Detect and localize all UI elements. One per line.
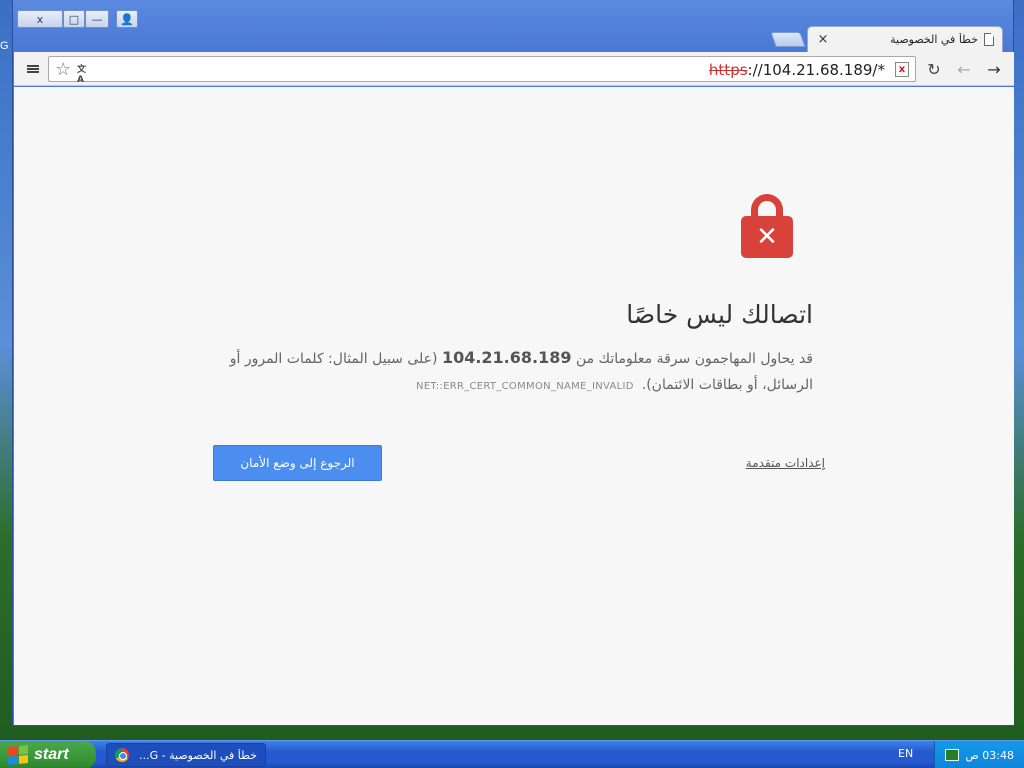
url-text[interactable]: https://104.21.68.189/* [709, 61, 885, 79]
window-maximize-button[interactable]: □ [63, 10, 85, 28]
chrome-icon [115, 748, 129, 762]
browser-window: x □ — 👤 خطأ في الخصوصية × ☆ 文A https://1… [12, 0, 1014, 726]
back-to-safety-button[interactable]: الرجوع إلى وضع الأمان [213, 445, 382, 481]
taskbar-chrome-window[interactable]: خطأ في الخصوصية - G... [106, 743, 266, 767]
advanced-settings-link[interactable]: إعدادات متقدمة [746, 456, 825, 470]
window-minimize-button[interactable]: — [85, 10, 109, 28]
start-button[interactable]: start [0, 741, 96, 768]
new-tab-button[interactable] [770, 32, 806, 47]
browser-toolbar: ☆ 文A https://104.21.68.189/* x ↻ ← → [14, 52, 1014, 86]
start-label: start [34, 746, 69, 763]
certificate-error-icon[interactable]: x [895, 62, 909, 77]
reload-icon[interactable]: ↻ [924, 59, 944, 79]
page-title: اتصالك ليس خاصًا [626, 300, 813, 329]
windows-logo-icon [8, 744, 28, 766]
window-close-button[interactable]: x [17, 10, 63, 28]
bookmark-star-icon[interactable]: ☆ [55, 59, 71, 80]
address-bar[interactable]: ☆ 文A https://104.21.68.189/* x [48, 56, 916, 85]
warning-description: قد يحاول المهاجمون سرقة معلوماتك من 104.… [213, 345, 813, 400]
document-icon [984, 33, 994, 46]
error-code: NET::ERR_CERT_COMMON_NAME_INVALID [416, 381, 634, 392]
tab-privacy-error[interactable]: خطأ في الخصوصية × [807, 26, 1003, 52]
translate-icon[interactable]: 文A [77, 62, 92, 85]
language-indicator[interactable]: EN [898, 747, 913, 760]
tab-title: خطأ في الخصوصية [890, 33, 978, 46]
profile-button[interactable]: 👤 [116, 10, 138, 28]
menu-icon[interactable] [23, 59, 43, 79]
taskbar: start خطأ في الخصوصية - G... EN 03:48 ص [0, 740, 1024, 768]
forward-arrow-icon[interactable]: → [984, 59, 1004, 79]
url-scheme: https [708, 61, 748, 79]
page-viewport: ✕ اتصالك ليس خاصًا قد يحاول المهاجمون سر… [14, 87, 1014, 725]
clock[interactable]: 03:48 ص [966, 749, 1015, 762]
system-tray: 03:48 ص [934, 741, 1024, 768]
url-host-path: ://104.21.68.189/* [747, 61, 885, 79]
back-arrow-icon[interactable]: ← [954, 59, 974, 79]
network-icon[interactable] [945, 749, 959, 761]
title-bar: x □ — 👤 خطأ في الخصوصية × [13, 0, 1013, 52]
tab-close-icon[interactable]: × [816, 32, 830, 47]
description-part-1: قد يحاول المهاجمون سرقة معلوماتك من [571, 351, 813, 367]
desktop-edge-letter: G [0, 40, 9, 52]
taskbar-window-label: خطأ في الخصوصية - G... [139, 748, 257, 762]
lock-error-icon: ✕ [741, 194, 793, 258]
host-address: 104.21.68.189 [441, 348, 572, 367]
